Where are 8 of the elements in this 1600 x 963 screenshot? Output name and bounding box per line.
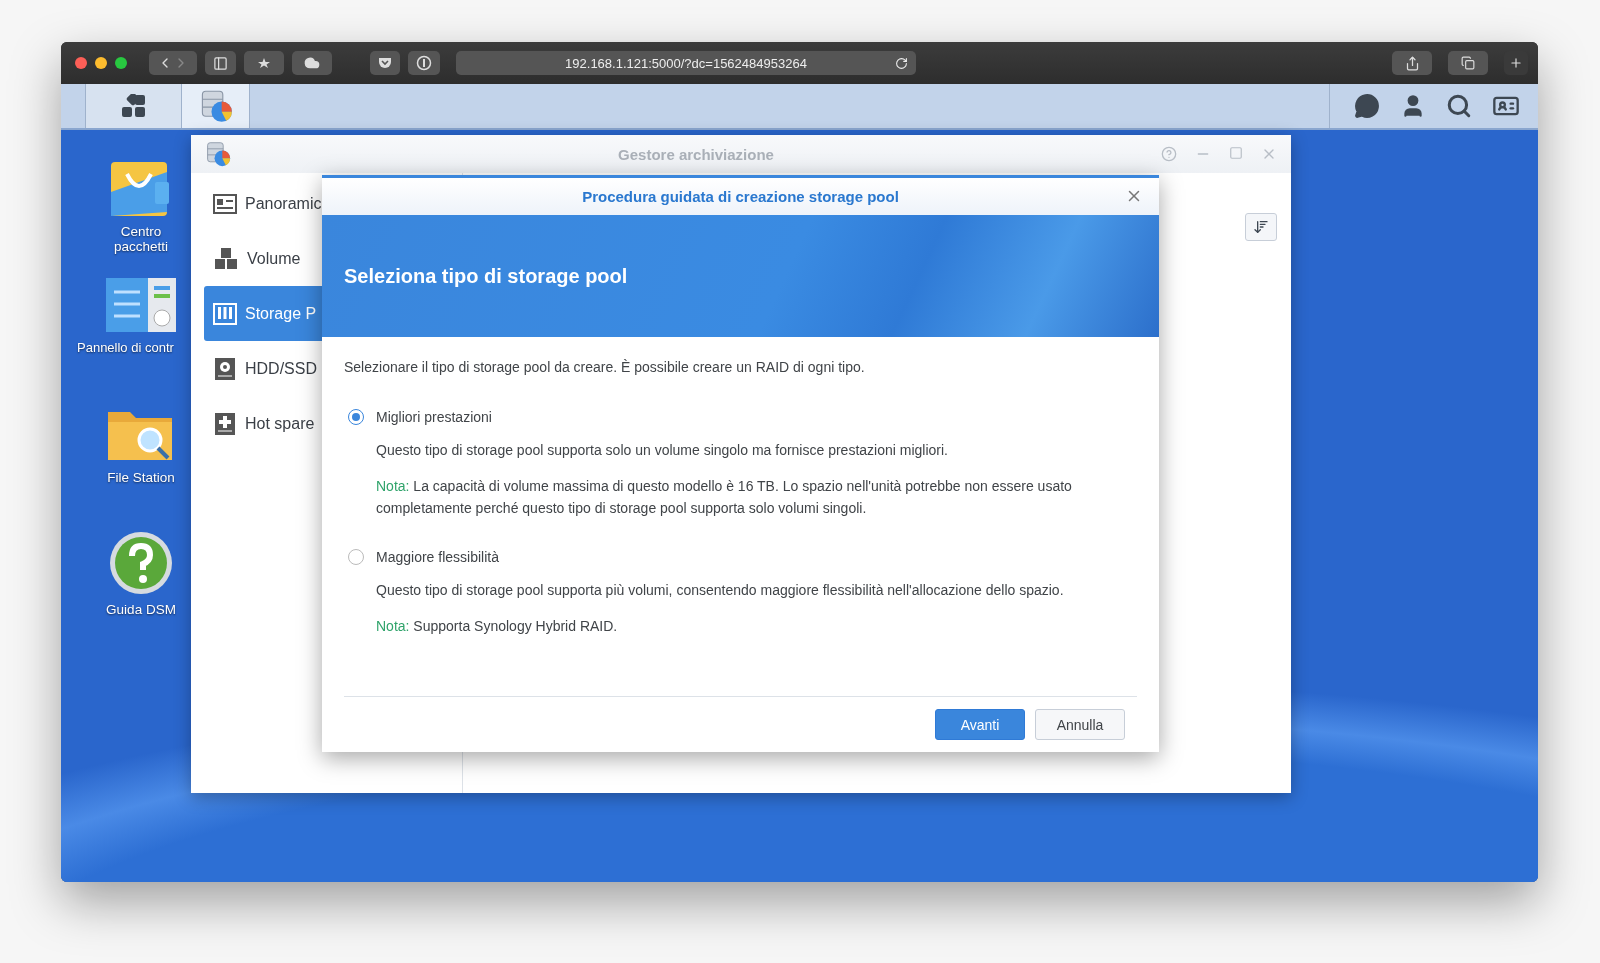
note-text: Nota: La capacità di volume massima di questo modello è 16 TB. Lo spazio nell'unità potrebbe non essere usato completamente perché questo tipo di storage pool supporta solo volumi singoli.	[376, 477, 1073, 518]
option-description: Questo tipo di storage pool supporta più volumi, consentendo maggiore flessibilità nell'allocazione dello spazio.	[376, 581, 1065, 600]
intro-text: Selezionare il tipo di storage pool da creare. È possibile creare un RAID di ogni tipo.	[344, 359, 866, 375]
option-description: Questo tipo di storage pool supporta solo un volume singolo ma fornisce prestazioni migliori.	[376, 441, 949, 460]
dialog-title: Procedura guidata di creazione storage pool	[582, 188, 899, 205]
note-text: Nota: Supporta Synology Hybrid RAID.	[376, 617, 619, 636]
banner-heading: Seleziona tipo di storage pool	[344, 264, 628, 288]
window-title: Gestore archiviazione	[617, 145, 775, 163]
